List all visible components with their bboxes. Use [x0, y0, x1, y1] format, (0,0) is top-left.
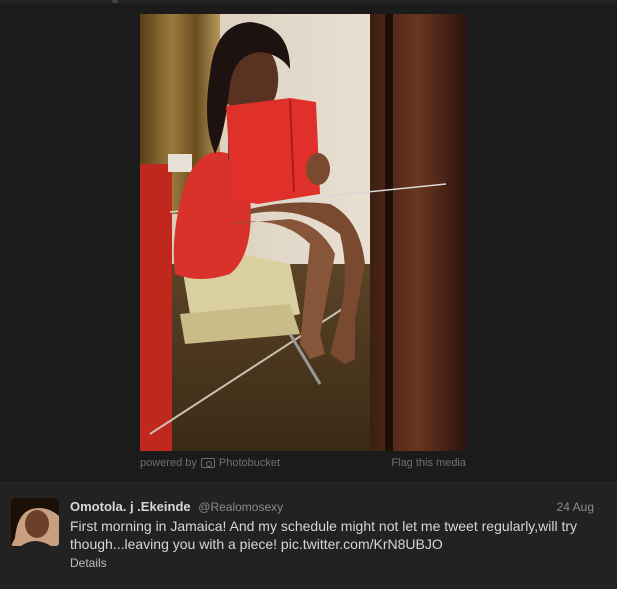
avatar[interactable]	[11, 498, 59, 546]
tweet-header: Omotola. j .Ekeinde @Realomosexy	[70, 499, 283, 514]
powered-by[interactable]: powered by Photobucket	[140, 457, 280, 469]
media-photo-illustration	[140, 14, 466, 451]
provider-name: Photobucket	[218, 457, 281, 469]
media-footer: powered by Photobucket Flag this media	[140, 457, 466, 473]
top-strip	[0, 0, 617, 4]
display-name[interactable]: Omotola. j .Ekeinde	[70, 499, 191, 514]
tweet-details-panel: Omotola. j .Ekeinde @Realomosexy 24 Aug …	[0, 482, 617, 589]
top-strip-marker	[112, 0, 118, 3]
details-link[interactable]: Details	[70, 556, 107, 570]
camera-icon	[200, 458, 215, 468]
tweet-date[interactable]: 24 Aug	[557, 500, 594, 514]
tweet-text: First morning in Jamaica! And my schedul…	[70, 518, 578, 552]
powered-by-label: powered by	[140, 457, 197, 469]
tweet-media-photo[interactable]	[140, 14, 466, 451]
avatar-image	[11, 498, 59, 546]
user-handle[interactable]: @Realomosexy	[198, 500, 283, 514]
flag-media-link[interactable]: Flag this media	[391, 457, 466, 469]
